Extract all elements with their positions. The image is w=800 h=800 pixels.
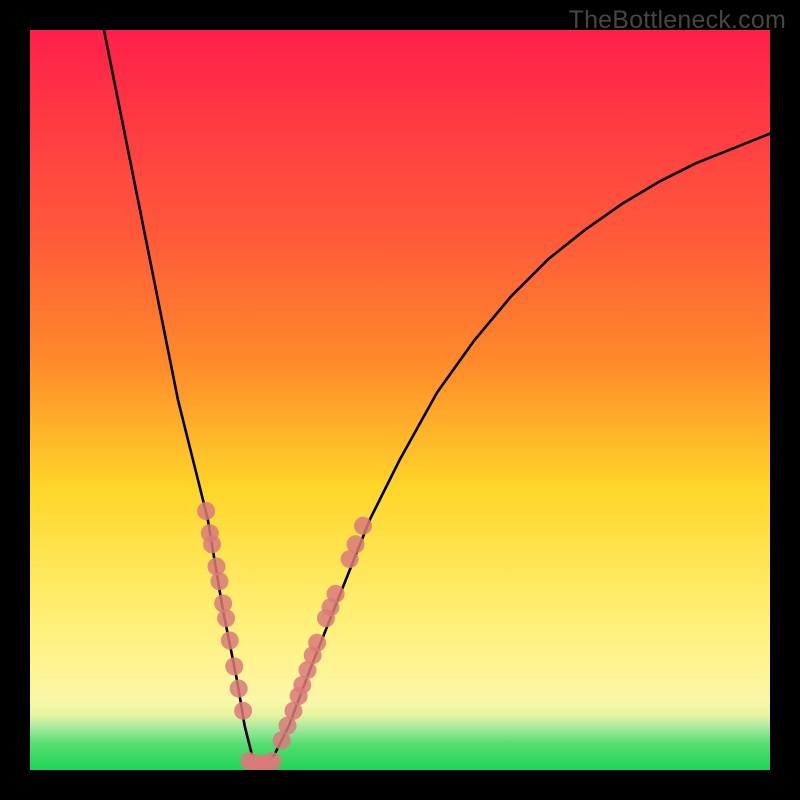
data-marker xyxy=(203,535,221,553)
chart-frame: TheBottleneck.com xyxy=(0,0,800,800)
data-marker xyxy=(347,535,365,553)
data-marker xyxy=(234,702,252,720)
data-marker xyxy=(264,752,282,770)
plot-svg xyxy=(30,30,770,770)
data-marker xyxy=(217,609,235,627)
data-marker xyxy=(221,632,239,650)
data-marker xyxy=(207,558,225,576)
plot-area xyxy=(30,30,770,770)
data-marker xyxy=(214,595,232,613)
data-marker xyxy=(197,502,215,520)
data-marker xyxy=(327,585,345,603)
watermark-text: TheBottleneck.com xyxy=(569,6,786,35)
data-marker xyxy=(354,517,372,535)
data-marker xyxy=(225,657,243,675)
gradient-background xyxy=(30,30,770,770)
data-marker xyxy=(210,572,228,590)
data-marker xyxy=(230,680,248,698)
data-marker xyxy=(308,634,326,652)
